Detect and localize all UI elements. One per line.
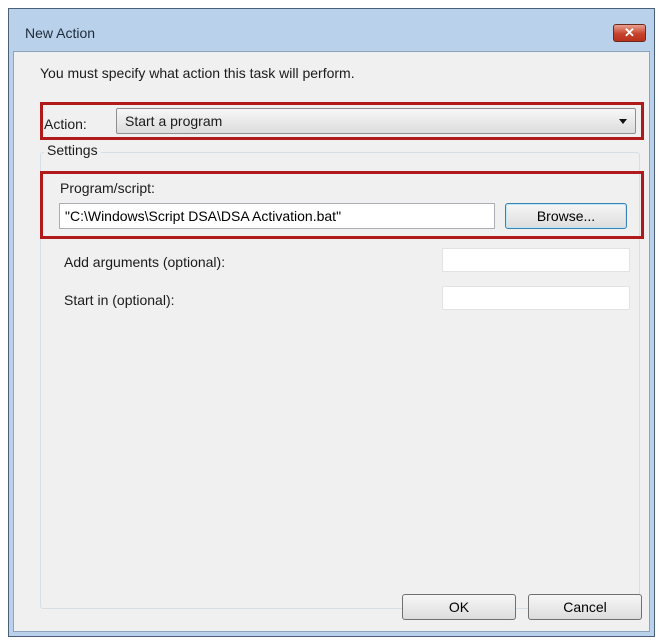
action-label: Action: (44, 116, 87, 132)
action-dropdown[interactable]: Start a program (116, 108, 636, 134)
dialog-body: You must specify what action this task w… (13, 51, 650, 632)
settings-caption: Settings (44, 142, 101, 158)
instruction-text: You must specify what action this task w… (40, 65, 355, 81)
chevron-down-icon (619, 119, 627, 124)
window-title: New Action (25, 25, 96, 41)
add-arguments-input[interactable] (442, 248, 630, 272)
action-dropdown-value: Start a program (125, 113, 223, 129)
start-in-label: Start in (optional): (64, 292, 175, 308)
start-in-input[interactable] (442, 286, 630, 310)
close-icon: ✕ (624, 25, 635, 40)
title-bar: New Action ✕ (9, 9, 654, 49)
program-script-input[interactable] (59, 203, 495, 229)
new-action-dialog: New Action ✕ You must specify what actio… (8, 8, 655, 637)
cancel-button[interactable]: Cancel (528, 594, 642, 620)
close-button[interactable]: ✕ (613, 24, 646, 42)
add-arguments-label: Add arguments (optional): (64, 254, 226, 270)
ok-button[interactable]: OK (402, 594, 516, 620)
program-script-label: Program/script: (60, 180, 155, 196)
browse-button[interactable]: Browse... (505, 203, 627, 229)
